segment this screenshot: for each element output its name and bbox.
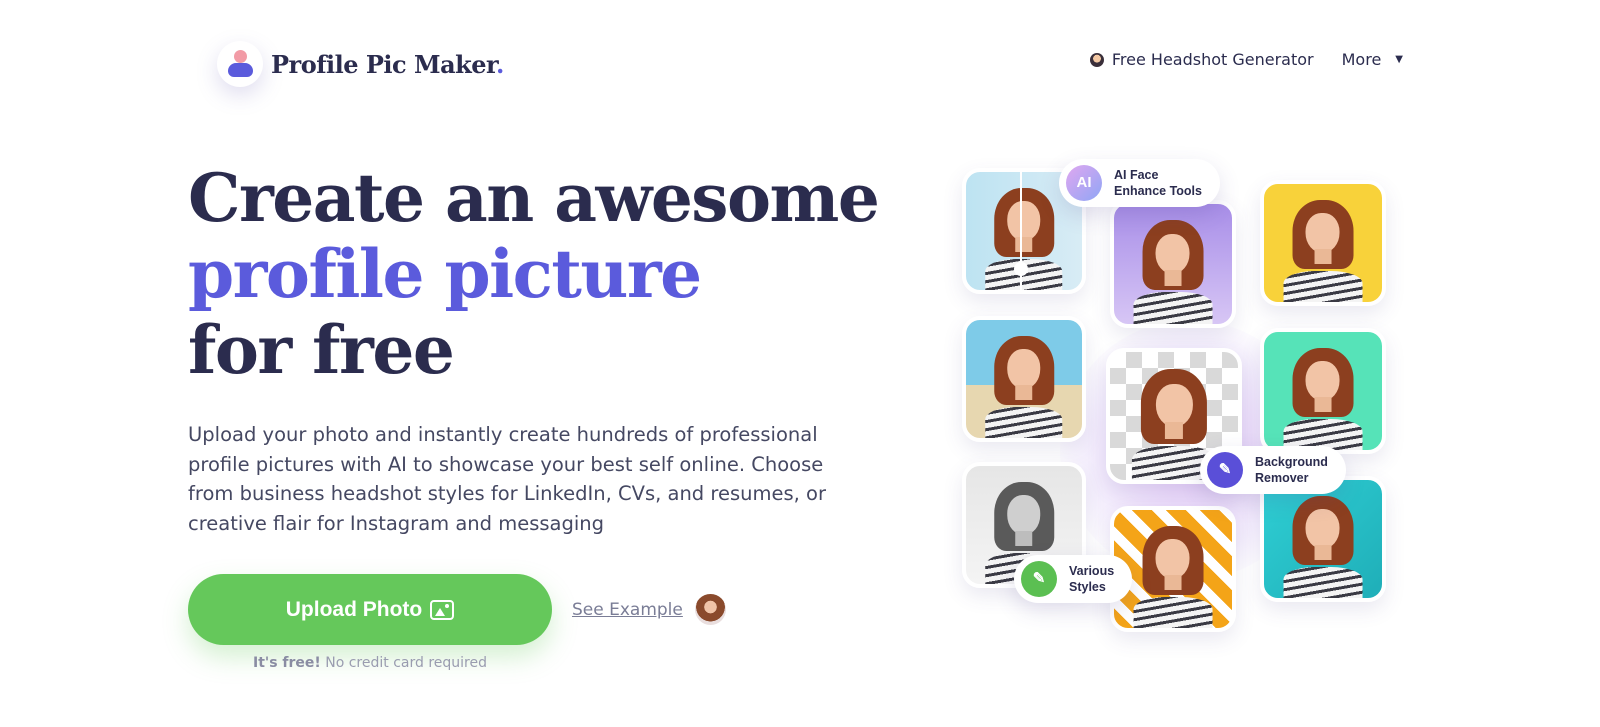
nav-free-headshot-label: Free Headshot Generator: [1111, 50, 1314, 69]
user-avatar-icon: [217, 41, 263, 87]
headline-line-3: for free: [188, 311, 455, 389]
headline-line-1: Create an awesome: [188, 159, 880, 237]
photo-teal-background: [1260, 476, 1386, 602]
feature-pill-background-remover: ✎ Background Remover: [1200, 446, 1346, 494]
photo-purple-background: [1110, 200, 1236, 328]
profile-collage: AI AI Face Enhance Tools ✎ Background Re…: [940, 150, 1410, 650]
site-header: Profile Pic Maker. Free Headshot Generat…: [0, 0, 1600, 120]
site-logo[interactable]: Profile Pic Maker.: [217, 41, 504, 87]
nav-more-menu[interactable]: More ▼: [1342, 50, 1403, 69]
headline-line-2: profile picture: [188, 235, 702, 313]
feature-pill-ai-face-enhance: AI AI Face Enhance Tools: [1059, 159, 1220, 207]
hero-headline: Create an awesome profile picture for fr…: [188, 159, 880, 389]
free-note-rest: No credit card required: [320, 655, 487, 671]
photo-mint-background: [1260, 328, 1386, 454]
pill-bg-text: Background Remover: [1255, 455, 1328, 485]
see-example-link[interactable]: See Example: [572, 600, 683, 620]
logo-text: Profile Pic Maker.: [271, 49, 504, 79]
pill-styles-text: Various Styles: [1069, 564, 1115, 594]
compare-slider-handle: [1014, 262, 1028, 276]
nav-more-label: More: [1341, 50, 1382, 69]
feature-pill-various-styles: ✎ Various Styles: [1014, 555, 1133, 603]
main-nav: Free Headshot Generator More ▼: [1089, 50, 1403, 69]
cta-row: Upload Photo See Example: [188, 574, 726, 645]
paint-brush-icon: ✎: [1021, 561, 1057, 597]
free-note-bold: It's free!: [253, 655, 321, 671]
upload-photo-button[interactable]: Upload Photo: [188, 574, 552, 645]
caret-down-icon: ▼: [1395, 54, 1403, 65]
pill-ai-text: AI Face Enhance Tools: [1114, 168, 1202, 198]
image-icon: [430, 599, 455, 620]
headshot-icon: [1089, 52, 1104, 67]
magic-wand-icon: ✎: [1207, 452, 1243, 488]
free-note: It's free! No credit card required: [188, 655, 552, 671]
ai-icon: AI: [1066, 165, 1102, 201]
upload-photo-label: Upload Photo: [285, 597, 423, 621]
example-avatar[interactable]: [694, 594, 726, 625]
hero-description: Upload your photo and instantly create h…: [188, 423, 826, 535]
photo-yellow-glitch: [1260, 180, 1386, 306]
photo-beach-background: [962, 316, 1086, 442]
nav-free-headshot-generator[interactable]: Free Headshot Generator: [1089, 50, 1314, 69]
